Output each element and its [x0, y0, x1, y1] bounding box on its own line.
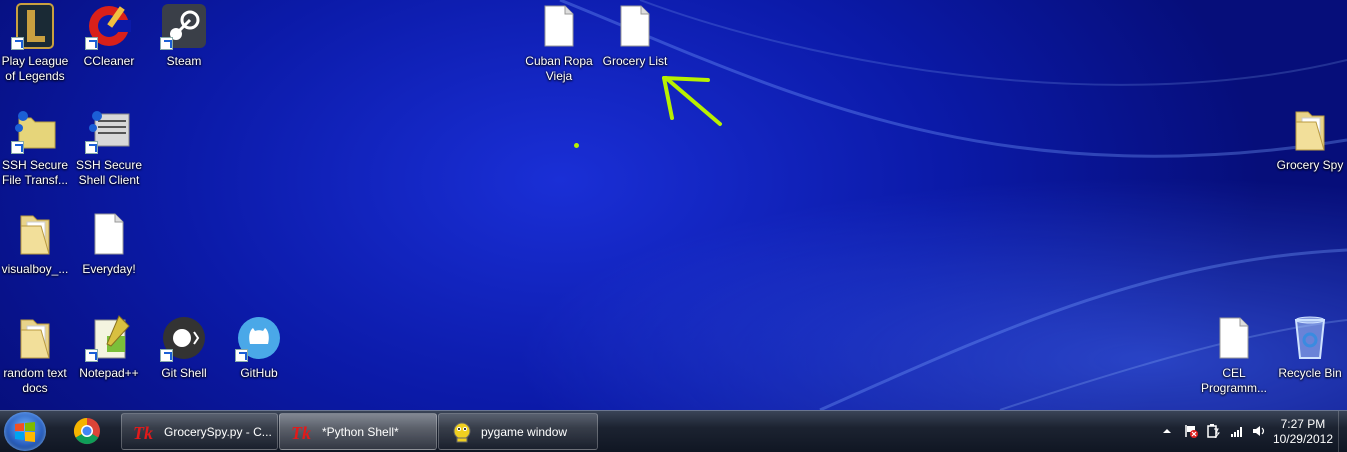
system-clock[interactable]: 7:27 PM 10/29/2012: [1273, 417, 1333, 447]
desktop-icon-label: CCleaner: [83, 54, 135, 68]
desktop-icon-grocery-list[interactable]: Grocery List: [598, 2, 672, 69]
desktop-icon-ssh-shell-client[interactable]: SSH Secure Shell Client: [72, 106, 146, 188]
desktop-icon-label: Recycle Bin: [1278, 366, 1342, 380]
shortcut-arrow-icon: [11, 141, 24, 154]
task-button-python-shell[interactable]: Tk *Python Shell*: [279, 413, 437, 450]
desktop-icon-label: Grocery Spy: [1276, 158, 1344, 172]
task-button-pygame-window[interactable]: pygame window: [438, 413, 598, 450]
desktop-icon-label: SSH Secure Shell Client: [75, 158, 143, 187]
annotation-arrow-icon: [662, 76, 722, 126]
shortcut-arrow-icon: [11, 37, 24, 50]
desktop-icon-label: Everyday!: [82, 262, 136, 276]
desktop-icon-label: Git Shell: [161, 366, 207, 380]
desktop-icon-github[interactable]: GitHub: [222, 314, 296, 381]
desktop-icon-notepad-plus-plus[interactable]: Notepad++: [72, 314, 146, 381]
task-button-label: pygame window: [481, 425, 568, 439]
desktop-icon-label: Notepad++: [79, 366, 139, 380]
tk-feather-icon: Tk: [133, 423, 153, 443]
power-battery-icon[interactable]: [1206, 424, 1220, 438]
desktop-icon-git-shell[interactable]: Git Shell: [147, 314, 221, 381]
desktop-icon-ccleaner[interactable]: CCleaner: [72, 2, 146, 69]
task-button-grocery-spy-py[interactable]: Tk GrocerySpy.py - C...: [121, 413, 278, 450]
desktop-icon-label: Play League of Legends: [1, 54, 69, 83]
task-button-label: GrocerySpy.py - C...: [164, 425, 272, 439]
desktop-icon-cuban-ropa-vieja[interactable]: Cuban Ropa Vieja: [522, 2, 596, 84]
volume-speaker-icon[interactable]: [1252, 424, 1266, 438]
desktop-icon-label: Cuban Ropa Vieja: [525, 54, 593, 83]
desktop-icon-random-text-docs-folder[interactable]: random text docs: [0, 314, 72, 396]
folder-icon: [20, 215, 50, 255]
pinned-chrome[interactable]: [58, 411, 116, 452]
windows-logo-icon: [15, 422, 35, 442]
task-button-label: *Python Shell*: [322, 425, 399, 439]
desktop-icon-steam[interactable]: Steam: [147, 2, 221, 69]
desktop-icon-visualboy-folder[interactable]: visualboy_...: [0, 210, 72, 277]
annotation-dot: [574, 143, 579, 148]
desktop-icon-label: GitHub: [240, 366, 278, 380]
desktop-icon-recycle-bin[interactable]: Recycle Bin: [1273, 314, 1347, 381]
action-center-flag-icon[interactable]: [1184, 424, 1198, 438]
desktop-icon-everyday-file[interactable]: Everyday!: [72, 210, 146, 277]
text-file-icon: [1219, 317, 1249, 359]
folder-icon: [1295, 111, 1325, 151]
recycle-bin-icon: [1294, 316, 1326, 359]
system-tray: 7:27 PM 10/29/2012: [1158, 411, 1347, 452]
pygame-snake-icon: [453, 422, 471, 443]
desktop-icon-grocery-spy-folder[interactable]: Grocery Spy: [1273, 106, 1347, 173]
desktop-icon-label: CEL Programm...: [1200, 366, 1267, 395]
folder-icon: [20, 319, 50, 359]
show-hidden-icons-chevron-icon[interactable]: [1160, 424, 1174, 438]
desktop-icon-label: Steam: [166, 54, 202, 68]
show-desktop-button[interactable]: [1338, 411, 1347, 452]
shortcut-arrow-icon: [85, 349, 98, 362]
desktop-icon-cel-programm[interactable]: CEL Programm...: [1197, 314, 1271, 396]
tk-feather-icon: Tk: [291, 423, 311, 443]
shortcut-arrow-icon: [160, 37, 173, 50]
shortcut-arrow-icon: [85, 37, 98, 50]
clock-time: 7:27 PM: [1280, 417, 1326, 431]
desktop-icon-label: random text docs: [3, 366, 67, 395]
shortcut-arrow-icon: [235, 349, 248, 362]
text-file-icon: [620, 5, 650, 47]
desktop-icon-ssh-file-transfer[interactable]: SSH Secure File Transf...: [0, 106, 72, 188]
start-button[interactable]: [4, 412, 46, 451]
chrome-icon: [73, 417, 100, 445]
svg-text:Tk: Tk: [291, 423, 311, 443]
shortcut-arrow-icon: [160, 349, 173, 362]
network-signal-icon[interactable]: [1230, 424, 1244, 438]
desktop-icon-label: SSH Secure File Transf...: [1, 158, 69, 187]
desktop-icon-label: Grocery List: [602, 54, 668, 68]
text-file-icon: [544, 5, 574, 47]
taskbar: Tk GrocerySpy.py - C... Tk *Python Shell…: [0, 410, 1347, 452]
clock-date: 10/29/2012: [1272, 432, 1333, 446]
svg-text:Tk: Tk: [133, 423, 153, 443]
desktop-icon-label: visualboy_...: [1, 262, 69, 276]
desktop-icon-league-of-legends[interactable]: Play League of Legends: [0, 2, 72, 84]
text-file-icon: [94, 213, 124, 255]
shortcut-arrow-icon: [85, 141, 98, 154]
